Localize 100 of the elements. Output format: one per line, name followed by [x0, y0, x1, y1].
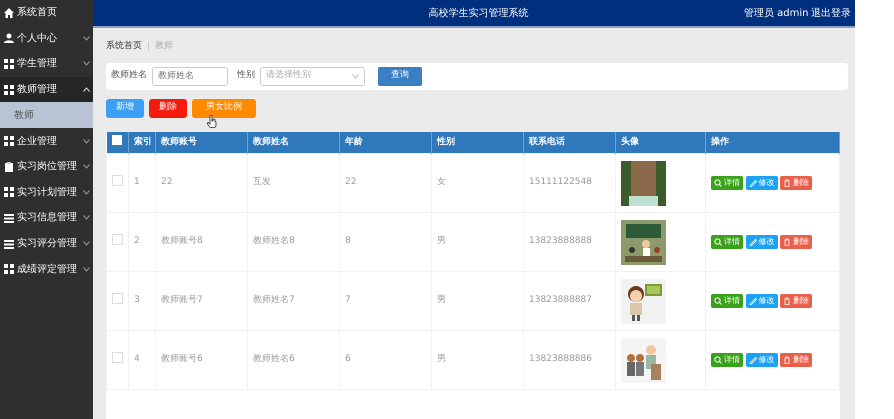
gender-select[interactable]: 请选择性别 — [260, 66, 365, 86]
table-cell: 教师姓名7 — [253, 295, 295, 306]
detail-button[interactable]: 详情 — [711, 294, 743, 308]
chevron-icon — [83, 61, 90, 66]
table-cell: 男 — [437, 295, 446, 306]
grid-icon — [4, 264, 14, 274]
table-cell: 6 — [345, 354, 351, 364]
row-index: 1 — [134, 177, 140, 188]
chevron-icon — [83, 87, 90, 92]
chevron-icon — [83, 190, 90, 195]
sidebar-item[interactable]: 企业管理 — [0, 128, 93, 154]
grid-icon — [4, 187, 14, 198]
chevron-icon — [83, 36, 90, 41]
row-checkbox[interactable] — [112, 352, 123, 363]
chevron-icon — [83, 241, 90, 246]
sidebar-item[interactable]: 个人中心 — [0, 26, 93, 52]
search-icon — [714, 297, 722, 305]
name-input[interactable]: 教师姓名 — [152, 66, 228, 86]
chart-button[interactable]: 男女比例 — [192, 98, 256, 118]
sidebar-item[interactable]: 教师管理 — [0, 76, 93, 102]
chevron-icon — [83, 215, 90, 220]
photo-placeholder — [621, 160, 666, 206]
row-checkbox[interactable] — [112, 292, 123, 304]
table-cell: 教师姓名6 — [253, 354, 295, 364]
column-header: 教师姓名 — [253, 136, 289, 146]
table-cell: 男 — [437, 236, 446, 246]
logout-link[interactable]: 退出登录 — [811, 6, 851, 20]
chevron-icon — [83, 138, 90, 144]
sidebar-item[interactable]: 成绩评定管理 — [0, 256, 93, 282]
chevron-icon — [352, 74, 359, 78]
column-header: 操作 — [711, 136, 729, 146]
delete-button[interactable]: 删除 — [780, 235, 812, 249]
list-icon — [4, 238, 14, 249]
sidebar-subitem[interactable]: 教师 — [0, 102, 93, 128]
trash-icon — [783, 356, 791, 364]
sidebar-item[interactable]: 系统首页 — [0, 0, 93, 26]
trash-icon — [783, 179, 791, 187]
pencil-icon — [748, 356, 756, 364]
sidebar-item[interactable]: 实习岗位管理 — [0, 154, 93, 180]
column-header: 年龄 — [345, 136, 363, 146]
detail-button[interactable]: 详情 — [711, 176, 743, 190]
user-label: 管理员 admin — [744, 6, 808, 20]
table-cell: 教师账号7 — [161, 295, 203, 306]
table-cell: 13823888886 — [529, 354, 592, 364]
breadcrumb-current: 教师 — [155, 40, 173, 53]
edit-button[interactable]: 修改 — [746, 176, 778, 190]
chevron-icon — [83, 266, 90, 272]
table-cell: 22 — [345, 177, 356, 188]
table-cell: 7 — [345, 295, 351, 306]
column-header: 索引 — [134, 136, 152, 146]
table-cell: 女 — [437, 177, 446, 188]
trash-icon — [783, 297, 791, 305]
app-title: 高校学生实习管理系统 — [427, 6, 530, 20]
row-checkbox[interactable] — [112, 174, 123, 186]
hand-pointer-icon — [207, 114, 217, 128]
breadcrumb-link[interactable]: 系统首页 — [106, 40, 142, 54]
trash-icon — [783, 238, 791, 246]
table-cell: 8 — [345, 236, 351, 246]
table-cell: 互发 — [253, 177, 271, 188]
table-cell: 15111122548 — [529, 177, 592, 188]
list-icon — [4, 212, 14, 223]
sidebar-item[interactable]: 学生管理 — [0, 51, 93, 77]
column-header: 联系电话 — [529, 136, 565, 146]
sidebar-item[interactable]: 实习信息管理 — [0, 205, 93, 231]
grid-icon — [4, 136, 14, 146]
row-index: 2 — [134, 236, 140, 246]
table-cell: 教师账号8 — [161, 236, 203, 246]
column-header: 头像 — [621, 136, 639, 146]
edit-button[interactable]: 修改 — [746, 294, 778, 308]
gender-label: 性别 — [237, 69, 255, 82]
table-cell: 22 — [161, 177, 172, 188]
edit-button[interactable]: 修改 — [746, 235, 778, 249]
name-label: 教师姓名 — [111, 69, 147, 82]
row-index: 3 — [134, 295, 140, 306]
cartoon-avatar-drawing — [621, 278, 666, 324]
pencil-icon — [748, 179, 756, 187]
search-icon — [714, 179, 722, 187]
delete-button[interactable]: 删除 — [780, 176, 812, 190]
sidebar-item[interactable]: 实习计划管理 — [0, 180, 93, 206]
detail-button[interactable]: 详情 — [711, 235, 743, 249]
select-all-checkbox[interactable] — [112, 134, 122, 144]
delete-button[interactable]: 删除 — [780, 353, 812, 367]
add-button[interactable]: 新增 — [106, 98, 144, 118]
grid-icon — [4, 84, 14, 95]
user-icon — [4, 33, 14, 44]
grid-icon — [4, 58, 14, 69]
column-header: 教师账号 — [161, 136, 197, 146]
search-button[interactable]: 查询 — [378, 66, 422, 86]
table-cell: 13823888888 — [529, 236, 592, 246]
delete-button[interactable]: 删除 — [149, 98, 187, 118]
delete-button[interactable]: 删除 — [780, 294, 812, 308]
table-cell: 13823888887 — [529, 295, 592, 306]
table-cell: 教师姓名8 — [253, 236, 295, 246]
row-checkbox[interactable] — [112, 234, 123, 245]
pencil-icon — [748, 238, 756, 246]
detail-button[interactable]: 详情 — [711, 353, 743, 367]
cartoon-avatar-drawing — [621, 338, 666, 382]
sidebar-item[interactable]: 实习评分管理 — [0, 230, 93, 256]
edit-button[interactable]: 修改 — [746, 353, 778, 367]
chevron-icon — [83, 164, 90, 170]
